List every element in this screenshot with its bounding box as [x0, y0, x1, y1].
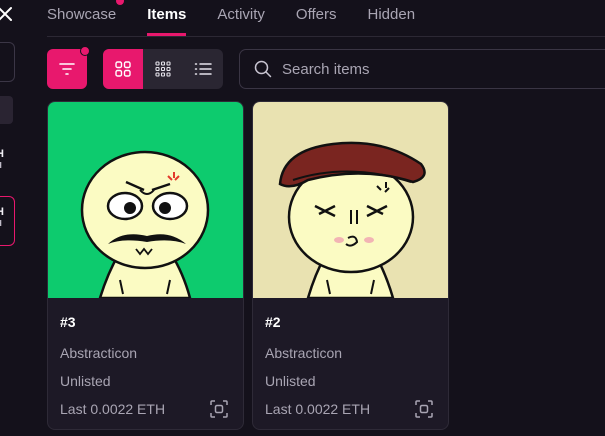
item-card[interactable]: #3 Abstracticon Unlisted Last 0.0022 ETH — [47, 101, 244, 430]
search-box — [239, 49, 605, 89]
list-view-button[interactable] — [183, 49, 223, 89]
search-icon — [254, 60, 272, 78]
item-name: #3 — [60, 314, 76, 330]
small-grid-icon — [155, 61, 171, 77]
small-grid-view-button[interactable] — [143, 49, 183, 89]
large-grid-view-button[interactable] — [103, 49, 143, 89]
item-collection: Abstracticon — [265, 345, 343, 361]
scan-icon[interactable] — [414, 399, 434, 419]
notification-dot — [116, 0, 124, 5]
tab-activity[interactable]: Activity — [217, 6, 265, 23]
sidebar-panel-edge — [0, 42, 15, 82]
close-icon[interactable] — [0, 6, 14, 22]
scan-icon[interactable] — [209, 399, 229, 419]
list-icon — [194, 63, 212, 75]
item-collection: Abstracticon — [60, 345, 138, 361]
sidebar-price-2-unit: H — [0, 218, 4, 230]
sidebar-price-1-unit: H — [0, 160, 4, 172]
item-status: Unlisted — [60, 373, 111, 389]
tab-items[interactable]: Items — [147, 6, 187, 36]
sidebar-price-2-value: H — [0, 206, 4, 218]
filter-icon — [59, 63, 75, 75]
item-image-2 — [253, 102, 448, 298]
item-last-price: Last 0.0022 ETH — [265, 401, 371, 417]
tabs-divider — [47, 36, 605, 37]
view-toggle-group — [103, 49, 223, 89]
filter-active-dot — [80, 46, 90, 56]
sidebar-price-1: H H — [0, 148, 4, 172]
item-status: Unlisted — [265, 373, 316, 389]
tab-offers[interactable]: Offers — [296, 6, 337, 23]
item-last-price: Last 0.0022 ETH — [60, 401, 166, 417]
item-image-3 — [48, 102, 243, 298]
sidebar-price-2: H H — [0, 206, 4, 230]
sidebar-selected-block[interactable] — [0, 96, 13, 124]
tab-hidden[interactable]: Hidden — [368, 6, 416, 23]
search-input[interactable] — [280, 59, 584, 79]
sidebar-price-1-value: H — [0, 148, 4, 160]
large-grid-icon — [115, 61, 131, 77]
item-card[interactable]: #2 Abstracticon Unlisted Last 0.0022 ETH — [252, 101, 449, 430]
profile-tabs: Showcase Items Activity Offers Hidden — [47, 6, 446, 36]
item-name: #2 — [265, 314, 281, 330]
tab-showcase[interactable]: Showcase — [47, 6, 116, 23]
